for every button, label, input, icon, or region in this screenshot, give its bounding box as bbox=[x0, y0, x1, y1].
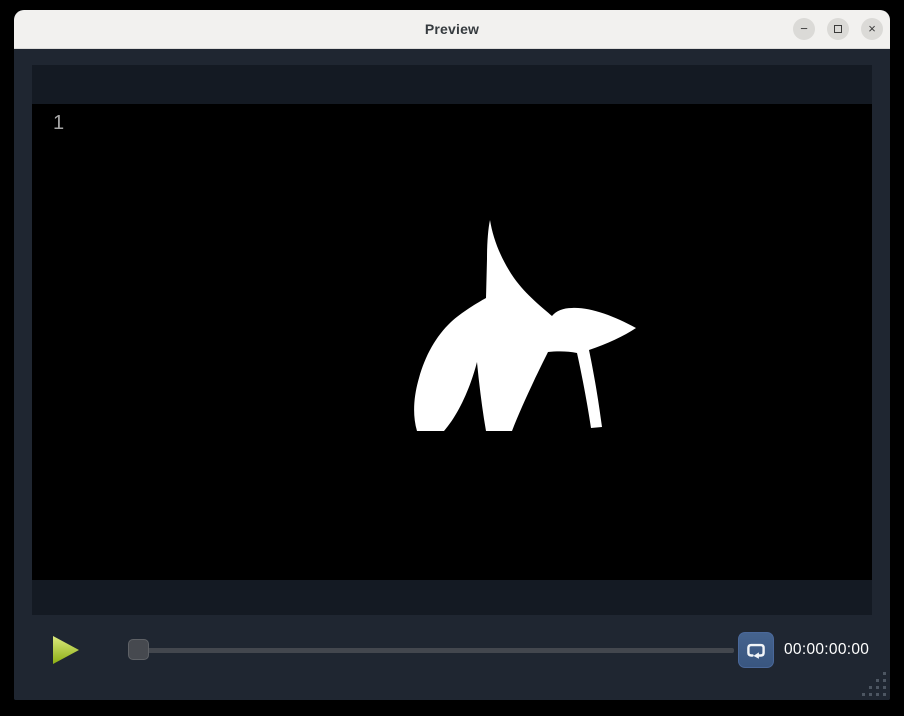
maximize-button[interactable] bbox=[827, 18, 849, 40]
window-content: 1 bbox=[14, 49, 890, 700]
play-button[interactable] bbox=[52, 636, 80, 664]
play-icon bbox=[52, 636, 80, 664]
seek-slider-handle[interactable] bbox=[128, 639, 149, 660]
window-controls: − × bbox=[793, 18, 883, 40]
loop-icon bbox=[745, 641, 767, 660]
close-icon: × bbox=[868, 22, 876, 35]
seek-slider-track[interactable] bbox=[134, 648, 734, 653]
bird-silhouette bbox=[405, 214, 645, 439]
maximize-icon bbox=[834, 25, 842, 33]
close-button[interactable]: × bbox=[861, 18, 883, 40]
titlebar[interactable]: Preview − × bbox=[14, 10, 890, 49]
seek-slider[interactable] bbox=[114, 638, 734, 662]
window-title: Preview bbox=[425, 21, 479, 37]
video-viewer: 1 bbox=[32, 65, 872, 615]
preview-window: Preview − × 1 bbox=[14, 10, 890, 700]
video-frame: 1 bbox=[32, 104, 872, 580]
loop-button[interactable] bbox=[738, 632, 774, 668]
frame-number-overlay: 1 bbox=[53, 113, 64, 133]
resize-grip[interactable] bbox=[862, 672, 887, 697]
minimize-icon: − bbox=[800, 22, 808, 35]
playback-controls: 00:00:00:00 bbox=[14, 615, 890, 700]
timecode-display: 00:00:00:00 bbox=[784, 641, 874, 659]
minimize-button[interactable]: − bbox=[793, 18, 815, 40]
